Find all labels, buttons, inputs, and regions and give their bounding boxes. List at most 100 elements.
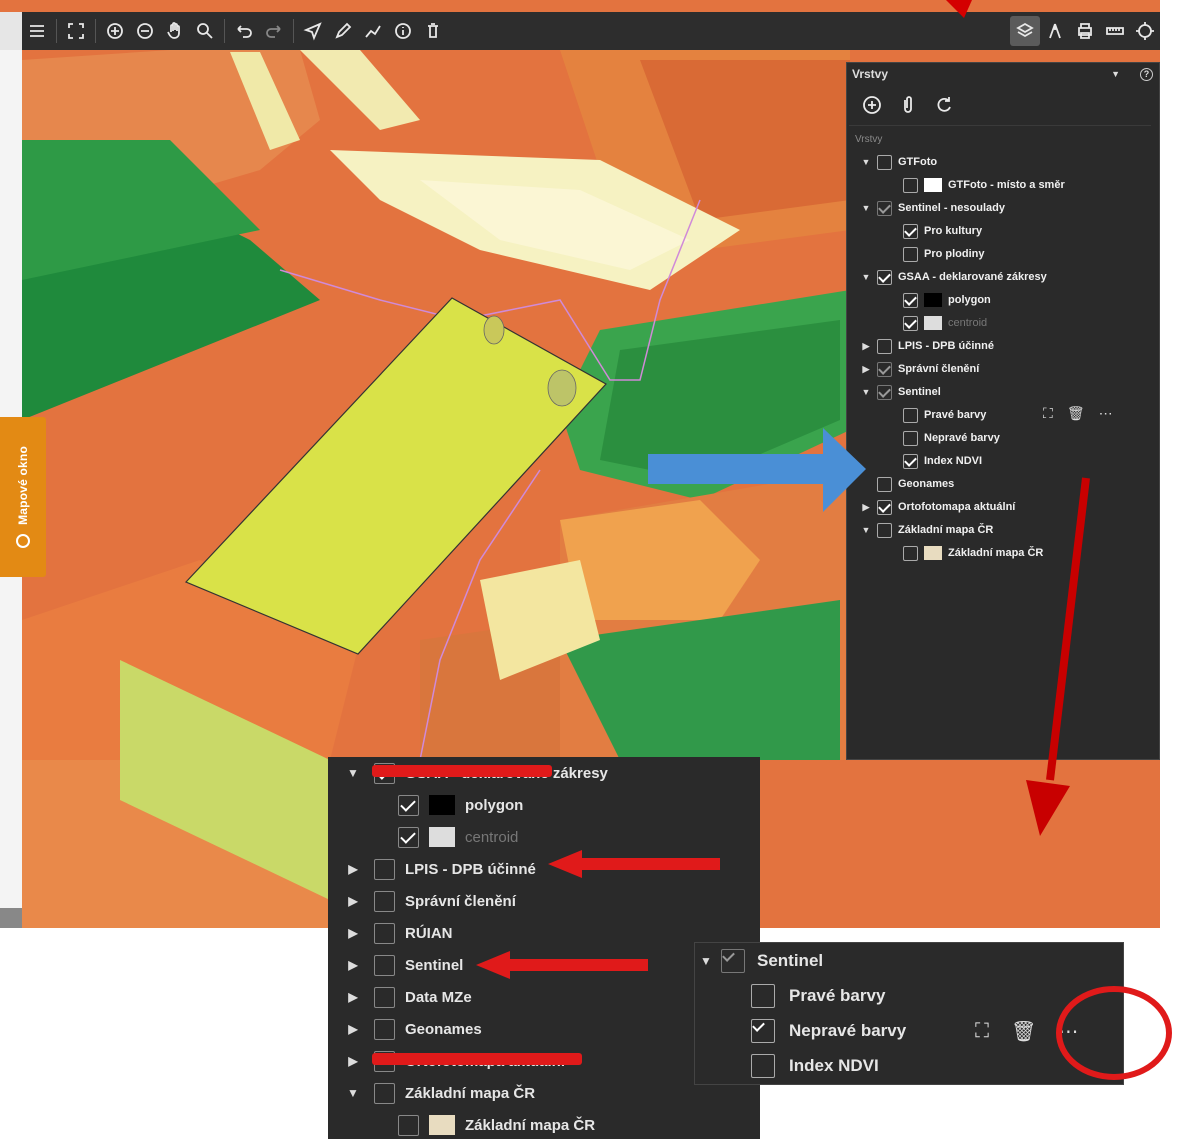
expand-right-icon[interactable]: ▶ <box>338 894 368 908</box>
layer-checkbox[interactable] <box>903 430 918 446</box>
layer-checkbox[interactable] <box>877 269 892 285</box>
layer-checkbox[interactable] <box>903 545 918 561</box>
measure-line-icon[interactable] <box>358 16 388 46</box>
layer-checkbox[interactable] <box>398 826 419 848</box>
layer-row[interactable]: ▶ LPIS - DPB účinné <box>861 335 994 357</box>
layer-row[interactable]: Index NDVI <box>897 450 982 472</box>
delete-icon[interactable] <box>418 16 448 46</box>
layer-checkbox[interactable] <box>877 522 892 538</box>
layer-checkbox[interactable] <box>903 177 918 193</box>
help-icon[interactable]: ? <box>1140 67 1153 81</box>
layer-checkbox[interactable] <box>877 154 892 170</box>
layer-row[interactable]: ▼ GSAA - deklarované zákresy <box>861 266 1047 288</box>
refresh-icon[interactable] <box>933 94 955 116</box>
layer-row[interactable]: Pro plodiny <box>897 243 985 265</box>
layer-row[interactable]: Nepravé barvy <box>751 1013 906 1049</box>
ruler-icon[interactable] <box>1100 16 1130 46</box>
layer-row[interactable]: ▼ Sentinel <box>695 943 823 979</box>
layer-checkbox[interactable] <box>877 476 892 492</box>
layer-row[interactable]: ▶ RÚIAN <box>338 917 453 949</box>
zoom-to-layer-icon[interactable]: ⛶ <box>1043 405 1053 422</box>
print-icon[interactable] <box>1070 16 1100 46</box>
layer-checkbox[interactable] <box>903 292 918 308</box>
layer-row[interactable]: Index NDVI <box>751 1048 879 1084</box>
more-options-icon[interactable]: ⋯ <box>1058 1019 1078 1044</box>
expand-right-icon[interactable]: ▶ <box>861 341 871 352</box>
layer-row[interactable]: ▶ Správní členění <box>861 358 979 380</box>
layer-checkbox[interactable] <box>903 315 918 331</box>
expand-down-icon[interactable]: ▼ <box>338 1086 368 1100</box>
expand-right-icon[interactable]: ▶ <box>338 958 368 972</box>
layer-checkbox[interactable] <box>877 338 892 354</box>
layer-checkbox[interactable] <box>374 922 395 944</box>
layer-row[interactable]: Nepravé barvy <box>897 427 1000 449</box>
layer-row[interactable]: ▼ Základní mapa ČR <box>861 519 993 541</box>
layer-row[interactable]: ▼ Sentinel - nesoulady <box>861 197 1005 219</box>
zoom-out-icon[interactable] <box>130 16 160 46</box>
layer-row[interactable]: centroid <box>392 821 518 853</box>
layer-row[interactable]: ▶ Správní členění <box>338 885 516 917</box>
layer-checkbox[interactable] <box>398 1114 419 1136</box>
expand-down-icon[interactable]: ▼ <box>861 387 871 397</box>
expand-down-icon[interactable]: ▼ <box>338 766 368 780</box>
layer-row[interactable]: ▶ Data MZe <box>338 981 472 1013</box>
north-icon[interactable] <box>1040 16 1070 46</box>
layer-row[interactable]: centroid <box>897 312 987 334</box>
undo-icon[interactable] <box>229 16 259 46</box>
layer-checkbox[interactable] <box>877 384 892 400</box>
zoom-in-icon[interactable] <box>100 16 130 46</box>
layer-checkbox[interactable] <box>398 794 419 816</box>
layer-row[interactable]: ▶ Geonames <box>338 1013 482 1045</box>
expand-right-icon[interactable]: ▶ <box>338 1022 368 1036</box>
layer-row[interactable]: ▼ Základní mapa ČR <box>338 1077 535 1109</box>
expand-down-icon[interactable]: ▼ <box>861 272 871 282</box>
layer-row[interactable]: Pravé barvy <box>751 978 885 1014</box>
layer-row[interactable]: ▶ LPIS - DPB účinné <box>338 853 536 885</box>
expand-down-icon[interactable]: ▼ <box>861 157 871 167</box>
fullscreen-icon[interactable] <box>61 16 91 46</box>
expand-right-icon[interactable]: ▶ <box>338 926 368 940</box>
layer-row[interactable]: ▼ GTFoto <box>861 151 937 173</box>
layer-checkbox[interactable] <box>903 407 918 423</box>
zoom-box-icon[interactable] <box>190 16 220 46</box>
menu-icon[interactable] <box>22 16 52 46</box>
expand-right-icon[interactable]: ▶ <box>338 1054 368 1068</box>
layer-row[interactable]: Pravé barvy <box>897 404 986 426</box>
layer-checkbox[interactable] <box>751 984 775 1008</box>
expand-down-icon[interactable]: ▼ <box>695 954 717 968</box>
layer-checkbox[interactable] <box>903 246 918 262</box>
expand-right-icon[interactable]: ▶ <box>338 990 368 1004</box>
delete-layer-icon[interactable]: 🗑 <box>1011 1019 1036 1044</box>
add-layer-icon[interactable] <box>861 94 883 116</box>
info-icon[interactable] <box>388 16 418 46</box>
expand-down-icon[interactable]: ▼ <box>861 525 871 535</box>
layer-row[interactable]: Pro kultury <box>897 220 982 242</box>
layer-row[interactable]: Geonames <box>871 473 954 495</box>
select-arrow-icon[interactable] <box>298 16 328 46</box>
layer-checkbox[interactable] <box>374 858 395 880</box>
zoom-to-layer-icon[interactable]: ⛶ <box>975 1020 989 1043</box>
layer-checkbox[interactable] <box>374 1082 395 1104</box>
expand-right-icon[interactable]: ▶ <box>861 364 871 375</box>
layer-row[interactable]: ▶ Sentinel <box>338 949 463 981</box>
layer-row[interactable]: GTFoto - místo a směr <box>897 174 1065 196</box>
layer-row[interactable]: polygon <box>392 789 523 821</box>
layer-checkbox[interactable] <box>751 1054 775 1078</box>
layer-checkbox[interactable] <box>877 361 892 377</box>
layer-checkbox[interactable] <box>903 453 918 469</box>
draw-pencil-icon[interactable] <box>328 16 358 46</box>
layer-row[interactable]: polygon <box>897 289 991 311</box>
layer-checkbox[interactable] <box>374 1018 395 1040</box>
layers-icon[interactable] <box>1010 16 1040 46</box>
more-options-icon[interactable]: ⋯ <box>1099 405 1113 422</box>
attach-icon[interactable] <box>897 94 919 116</box>
layer-row[interactable]: Základní mapa ČR <box>897 542 1043 564</box>
pan-hand-icon[interactable] <box>160 16 190 46</box>
locate-icon[interactable] <box>1130 16 1160 46</box>
expand-down-icon[interactable]: ▼ <box>861 203 871 213</box>
layer-checkbox[interactable] <box>721 949 745 973</box>
layer-checkbox[interactable] <box>877 499 892 515</box>
expand-right-icon[interactable]: ▶ <box>338 862 368 876</box>
layer-checkbox[interactable] <box>374 954 395 976</box>
layer-checkbox[interactable] <box>903 223 918 239</box>
